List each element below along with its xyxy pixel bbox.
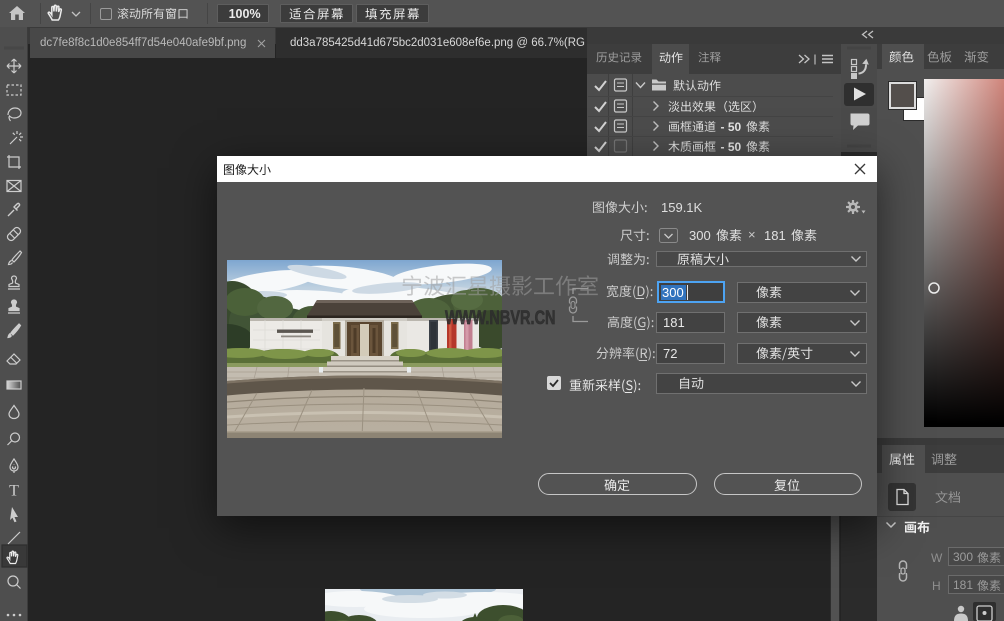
svg-text:T: T: [9, 483, 19, 500]
